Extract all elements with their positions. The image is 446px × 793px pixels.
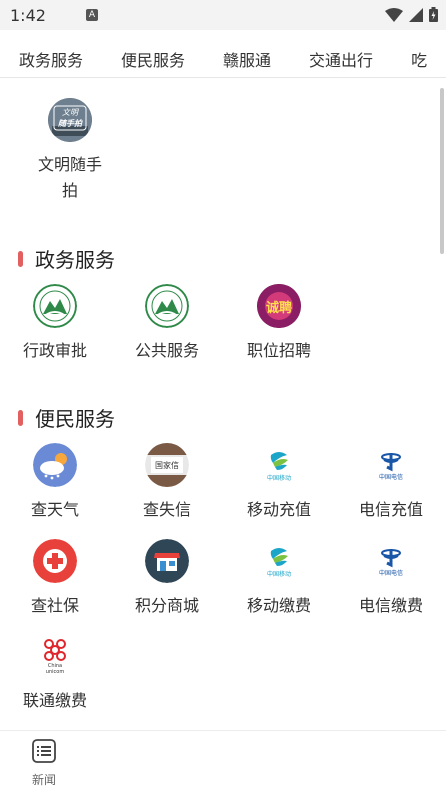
tile-admin-approval[interactable]: 行政审批 [0, 284, 110, 364]
icon-caption: 中国电信 [378, 474, 403, 481]
tile-points-mall[interactable]: 积分商城 [112, 539, 222, 619]
shop-icon [145, 539, 189, 583]
tile-label: 电信缴费 [358, 596, 423, 615]
icon-caption: 诚聘 [265, 301, 292, 316]
tile-label: 行政审批 [22, 341, 87, 360]
tile-label: 积分商城 [134, 596, 199, 615]
notification-icon: A [86, 9, 98, 21]
tile-public-service[interactable]: 公共服务 [112, 284, 222, 364]
tile-label: 移动缴费 [246, 596, 311, 615]
social-security-icon [33, 539, 77, 583]
civilization-snapshot-icon: 文明 随手拍 [48, 98, 92, 142]
recruit-icon: 诚聘 [257, 284, 301, 328]
tab-food[interactable]: 吃 [392, 47, 446, 71]
tile-telecom-recharge[interactable]: 中国电信 电信充值 [336, 443, 446, 523]
tile-telecom-bill[interactable]: 中国电信 电信缴费 [336, 539, 446, 619]
service-content: 文明 随手拍 文明随手 拍 政务服务 行政审批 公共服务 诚聘 职位招聘 便民服… [0, 78, 446, 730]
status-icons [385, 7, 438, 22]
news-icon [32, 739, 56, 763]
tab-gan-fu-tong[interactable]: 赣服通 [204, 47, 290, 71]
tile-job-recruitment[interactable]: 诚聘 职位招聘 [224, 284, 334, 364]
tab-traffic[interactable]: 交通出行 [290, 47, 392, 71]
tile-label-line1: 文明随手 [37, 155, 102, 174]
tab-life-services[interactable]: 便民服务 [102, 47, 204, 71]
category-tabs: 政务服务 便民服务 赣服通 交通出行 吃 [0, 40, 446, 78]
tile-mobile-bill[interactable]: 中国移动 移动缴费 [224, 539, 334, 619]
nav-news-label: 新闻 [31, 773, 56, 787]
section-gov-title: 政务服务 [18, 244, 115, 273]
tile-label: 公共服务 [134, 341, 199, 360]
icon-caption: China unicom [45, 663, 65, 675]
tile-label: 电信充值 [358, 500, 423, 519]
tile-civilization-snapshot[interactable]: 文明 随手拍 文明随手 拍 [15, 98, 125, 204]
china-mobile-icon: 中国移动 [257, 539, 301, 583]
weather-icon [33, 443, 77, 487]
icon-caption: 中国移动 [266, 475, 291, 482]
section-life-title: 便民服务 [18, 403, 115, 432]
china-telecom-icon: 中国电信 [369, 443, 413, 487]
tile-weather[interactable]: 查天气 [0, 443, 110, 523]
tab-gov-services[interactable]: 政务服务 [0, 47, 102, 71]
icon-caption: 中国移动 [266, 571, 291, 578]
tile-social-security[interactable]: 查社保 [0, 539, 110, 619]
section-title-text: 政务服务 [35, 248, 115, 272]
tile-label: 查社保 [30, 596, 79, 615]
tile-label: 文明随手 拍 [15, 152, 125, 204]
tile-label: 查天气 [30, 500, 79, 519]
china-unicom-icon: China unicom [33, 634, 77, 678]
bottom-nav: 新闻 [0, 730, 446, 793]
section-marker [18, 409, 23, 426]
status-time: 1:42 [10, 6, 46, 25]
china-mobile-icon: 中国移动 [257, 443, 301, 487]
tile-label-line2: 拍 [61, 181, 78, 200]
icon-caption: 文明 [62, 108, 78, 117]
scrollbar[interactable] [440, 88, 444, 254]
tile-label: 联通缴费 [22, 691, 87, 710]
tile-label: 查失信 [142, 500, 191, 519]
section-title-text: 便民服务 [35, 407, 115, 431]
icon-caption: 中国电信 [378, 570, 403, 577]
wifi-icon [385, 7, 403, 22]
credit-icon: 国家信 [145, 443, 189, 487]
section-marker [18, 250, 23, 267]
gov-emblem-icon [33, 284, 77, 328]
gov-emblem-icon [145, 284, 189, 328]
battery-icon [429, 7, 438, 22]
icon-caption: 随手拍 [58, 119, 82, 128]
tile-label: 职位招聘 [246, 341, 311, 360]
tile-label: 移动充值 [246, 500, 311, 519]
nav-news[interactable]: 新闻 [18, 739, 70, 788]
icon-caption: 国家信 [155, 461, 179, 470]
tile-mobile-recharge[interactable]: 中国移动 移动充值 [224, 443, 334, 523]
signal-icon [409, 7, 423, 22]
tile-unicom-bill[interactable]: China unicom 联通缴费 [0, 634, 110, 714]
china-telecom-icon: 中国电信 [369, 539, 413, 583]
status-bar: 1:42 A [0, 0, 446, 30]
tile-credit-check[interactable]: 国家信 查失信 [112, 443, 222, 523]
